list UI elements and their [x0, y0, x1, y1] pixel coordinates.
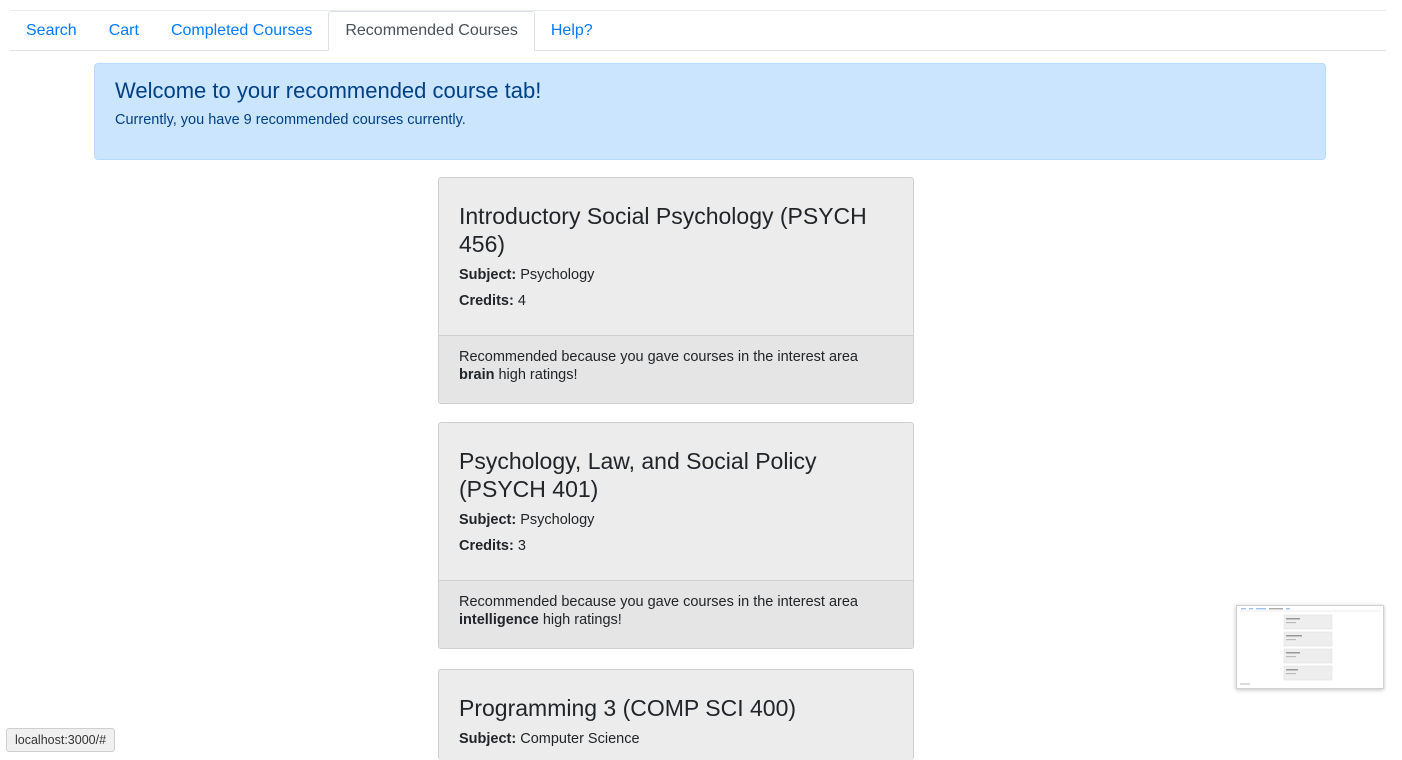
course-card: Programming 3 (COMP SCI 400) Subject: Co…	[438, 669, 914, 760]
course-title: Psychology, Law, and Social Policy (PSYC…	[459, 448, 817, 502]
course-credits: Credits: 4	[459, 292, 893, 310]
subject-label: Subject:	[459, 267, 517, 283]
credits-value: 4	[517, 293, 526, 309]
reason-prefix: Recommended because you gave courses in …	[459, 594, 858, 610]
card-body: Introductory Social Psychology (PSYCH 45…	[439, 178, 913, 335]
course-subject: Subject: Psychology	[459, 266, 893, 284]
recommendation-reason: Recommended because you gave courses in …	[439, 335, 913, 403]
tab-completed-courses[interactable]: Completed Courses	[155, 12, 328, 50]
subject-value: Computer Science	[520, 731, 640, 747]
subject-label: Subject:	[459, 512, 517, 528]
tab-recommended-courses[interactable]: Recommended Courses	[328, 11, 535, 51]
card-body: Psychology, Law, and Social Policy (PSYC…	[439, 423, 913, 580]
course-subject: Subject: Computer Science	[459, 730, 893, 748]
recommendation-reason: Recommended because you gave courses in …	[439, 580, 913, 648]
alert-heading: Welcome to your recommended course tab!	[115, 78, 542, 103]
interest-area: brain	[459, 367, 495, 383]
course-card: Introductory Social Psychology (PSYCH 45…	[438, 177, 914, 404]
tab-cart[interactable]: Cart	[93, 12, 155, 50]
subject-label: Subject:	[459, 731, 517, 747]
reason-suffix: high ratings!	[542, 612, 622, 628]
alert-text: Currently, you have 9 recommended course…	[115, 112, 466, 128]
page: Search Cart Completed Courses Recommende…	[0, 0, 1402, 760]
screenshot-thumbnail[interactable]	[1236, 605, 1384, 689]
course-title: Introductory Social Psychology (PSYCH 45…	[459, 203, 867, 257]
thumbnail-preview-image	[1237, 606, 1383, 688]
course-credits: Credits: 3	[459, 537, 893, 555]
card-body: Programming 3 (COMP SCI 400) Subject: Co…	[439, 670, 913, 760]
status-bar-url: localhost:3000/#	[6, 728, 116, 752]
subject-value: Psychology	[520, 267, 595, 283]
course-card: Psychology, Law, and Social Policy (PSYC…	[438, 422, 914, 649]
interest-area: intelligence	[459, 612, 539, 628]
subject-value: Psychology	[520, 512, 595, 528]
course-title: Programming 3 (COMP SCI 400)	[459, 695, 797, 721]
credits-value: 3	[517, 538, 526, 554]
tab-search[interactable]: Search	[10, 12, 93, 50]
credits-label: Credits:	[459, 538, 514, 554]
reason-suffix: high ratings!	[498, 367, 578, 383]
reason-prefix: Recommended because you gave courses in …	[459, 349, 858, 365]
nav-tabs: Search Cart Completed Courses Recommende…	[10, 11, 1386, 51]
right-edge	[1386, 0, 1402, 760]
tab-help[interactable]: Help?	[535, 12, 609, 50]
credits-label: Credits:	[459, 293, 514, 309]
course-subject: Subject: Psychology	[459, 511, 893, 529]
welcome-alert: Welcome to your recommended course tab! …	[94, 63, 1326, 160]
